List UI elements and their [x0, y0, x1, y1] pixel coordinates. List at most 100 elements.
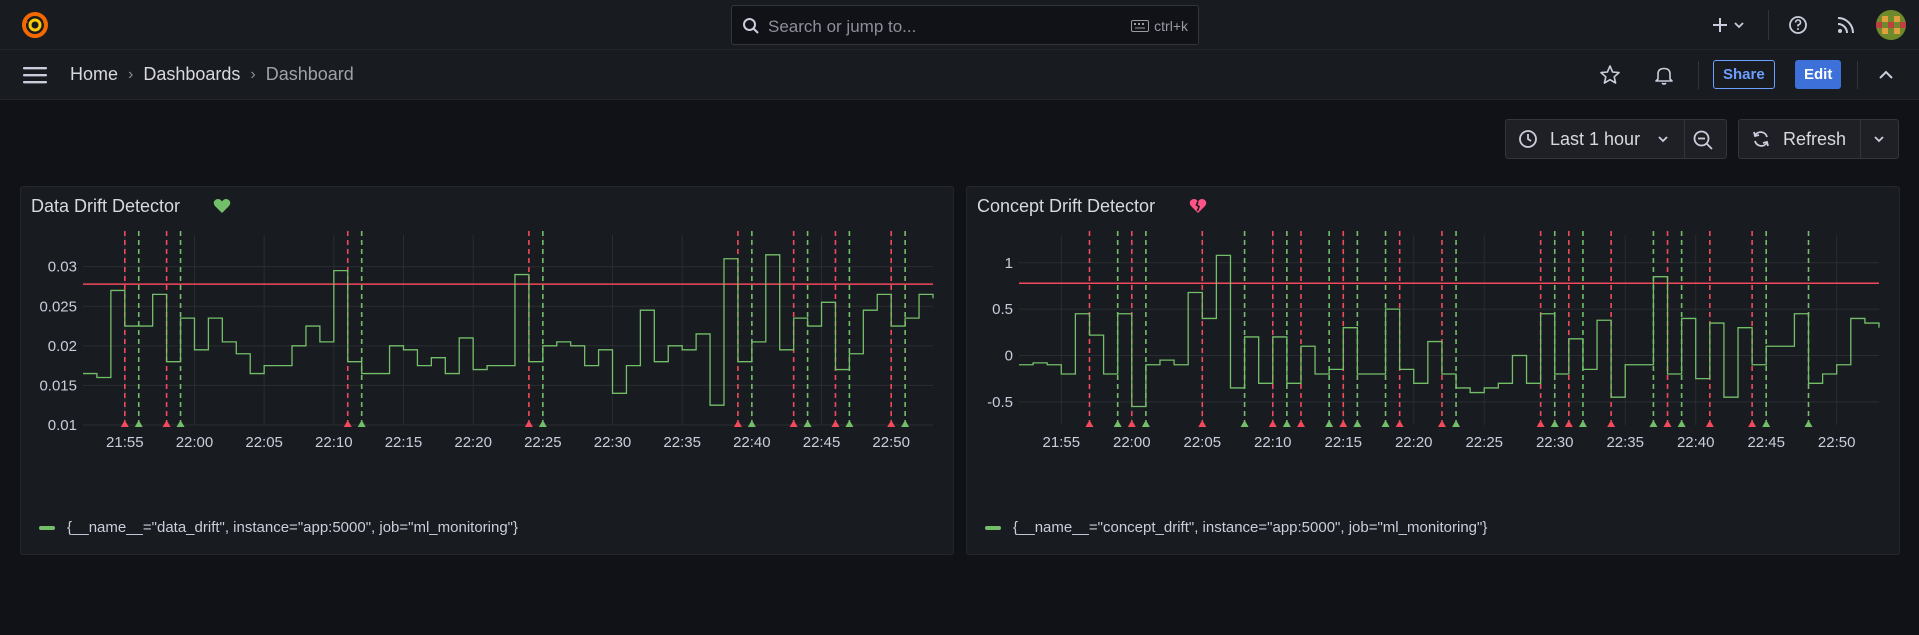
- x-tick-label: 22:25: [1465, 434, 1503, 451]
- panel-title: Data Drift Detector: [31, 196, 181, 216]
- chart-legend[interactable]: {__name__="concept_drift", instance="app…: [985, 519, 1487, 536]
- x-tick-label: 22:15: [385, 434, 423, 451]
- refresh-label: Refresh: [1783, 128, 1847, 149]
- x-tick-label: 22:50: [872, 434, 910, 451]
- y-tick-label: 0.025: [39, 298, 77, 315]
- search-shortcut: ctrl+k: [1131, 18, 1188, 34]
- annotation-up-marker: [1381, 420, 1390, 427]
- chevron-down-icon: [1734, 22, 1744, 29]
- annotation-up-marker: [845, 420, 854, 427]
- help-icon: [1789, 16, 1807, 34]
- shortcut-label: ctrl+k: [1154, 18, 1188, 34]
- help-button[interactable]: [1787, 14, 1809, 39]
- zoom-out-button[interactable]: [1692, 129, 1714, 154]
- breadcrumb-home[interactable]: Home: [70, 64, 118, 85]
- zoom-out-icon: [1693, 130, 1713, 150]
- top-bar: Search or jump to... ctrl+k: [0, 0, 1919, 50]
- chevron-down-icon: [1658, 136, 1668, 143]
- x-tick-label: 22:30: [1536, 434, 1574, 451]
- annotation-down-marker: [831, 420, 840, 427]
- x-tick-label: 22:40: [733, 434, 771, 451]
- legend-swatch: [39, 525, 55, 530]
- refresh-icon: [1753, 131, 1769, 147]
- annotation-up-marker: [1804, 420, 1813, 427]
- annotation-up-marker: [1240, 420, 1249, 427]
- annotation-down-marker: [1536, 420, 1545, 427]
- heart-icon: [213, 198, 231, 217]
- annotation-up-marker: [1550, 420, 1559, 427]
- share-button[interactable]: Share: [1713, 60, 1775, 89]
- star-icon: [1600, 65, 1620, 84]
- x-tick-label: 22:00: [1113, 434, 1151, 451]
- broken-heart-icon: [1189, 198, 1207, 217]
- annotation-down-marker: [524, 420, 533, 427]
- annotation-down-marker: [1607, 420, 1616, 427]
- news-button[interactable]: [1835, 14, 1857, 39]
- menu-toggle-button[interactable]: [22, 65, 48, 88]
- rss-icon: [1837, 17, 1854, 34]
- collapse-button[interactable]: [1876, 65, 1896, 88]
- panel-concept-drift[interactable]: Concept Drift Detector -0.5 0 0.5 1 21:55 22:…: [966, 186, 1900, 555]
- x-tick-label: 22:50: [1818, 434, 1856, 451]
- annotation-down-marker: [1198, 420, 1207, 427]
- refresh-picker[interactable]: Refresh: [1738, 119, 1899, 159]
- new-menu-button[interactable]: [1712, 14, 1748, 39]
- search-input[interactable]: Search or jump to... ctrl+k: [731, 5, 1199, 45]
- x-tick-label: 22:00: [176, 434, 214, 451]
- time-range-label: Last 1 hour: [1550, 128, 1641, 149]
- search-placeholder: Search or jump to...: [768, 17, 917, 36]
- clock-icon: [1519, 130, 1537, 148]
- x-tick-label: 22:45: [1747, 434, 1785, 451]
- annotation-up-marker: [134, 420, 143, 427]
- divider: [1857, 61, 1858, 89]
- annotation-up-marker: [1578, 420, 1587, 427]
- breadcrumb-dashboards[interactable]: Dashboards: [143, 64, 240, 85]
- hamburger-icon: [23, 67, 47, 84]
- panel-title: Concept Drift Detector: [977, 196, 1156, 216]
- keyboard-icon: [1131, 20, 1150, 32]
- nav-bar: Home › Dashboards › Dashboard: [0, 50, 1919, 100]
- annotation-up-marker: [1649, 420, 1658, 427]
- grafana-logo-icon[interactable]: [20, 11, 50, 39]
- x-tick-label: 21:55: [106, 434, 144, 451]
- annotation-down-marker: [1268, 420, 1277, 427]
- annotation-up-marker: [1677, 420, 1686, 427]
- annotation-up-marker: [357, 420, 366, 427]
- divider: [1768, 10, 1769, 40]
- data-drift-chart[interactable]: 0.01 0.015 0.02 0.025 0.03 21:55 22:00 22:05 22:…: [21, 229, 953, 509]
- annotation-up-marker: [1113, 420, 1122, 427]
- series-line: [83, 254, 934, 406]
- legend-swatch: [985, 525, 1001, 530]
- star-button[interactable]: [1599, 64, 1621, 89]
- x-tick-label: 22:40: [1677, 434, 1715, 451]
- alert-button[interactable]: [1653, 64, 1675, 89]
- y-tick-label: 1: [1005, 255, 1013, 272]
- legend-label: {__name__="concept_drift", instance="app…: [1013, 519, 1488, 536]
- annotation-up-marker: [1282, 420, 1291, 427]
- user-avatar[interactable]: [1876, 10, 1906, 40]
- x-tick-label: 22:10: [1254, 434, 1292, 451]
- y-tick-label: 0.01: [48, 417, 77, 434]
- legend-label: {__name__="data_drift", instance="app:50…: [67, 519, 519, 536]
- annotation-up-marker: [1325, 420, 1334, 427]
- time-range-picker[interactable]: Last 1 hour: [1505, 119, 1727, 159]
- chart-legend[interactable]: {__name__="data_drift", instance="app:50…: [39, 519, 518, 536]
- edit-button[interactable]: Edit: [1795, 60, 1842, 89]
- y-tick-label: 0.015: [39, 377, 77, 394]
- annotation-down-marker: [1395, 420, 1404, 427]
- annotation-down-marker: [1564, 420, 1573, 427]
- x-tick-label: 22:30: [594, 434, 632, 451]
- annotation-up-marker: [747, 420, 756, 427]
- y-tick-label: 0.02: [48, 338, 77, 355]
- concept-drift-chart[interactable]: -0.5 0 0.5 1 21:55 22:00 22:05 22:10 22:15 22:20 2…: [967, 229, 1899, 509]
- x-tick-label: 22:45: [803, 434, 841, 451]
- annotation-down-marker: [733, 420, 742, 427]
- x-tick-label: 22:05: [245, 434, 283, 451]
- y-tick-label: 0.03: [48, 259, 77, 276]
- annotation-up-marker: [1353, 420, 1362, 427]
- panel-data-drift[interactable]: Data Drift Detector 0.01 0.015 0.02 0.025 0.…: [20, 186, 954, 555]
- breadcrumb: Home › Dashboards › Dashboard: [70, 64, 354, 85]
- refresh-interval-button[interactable]: [1872, 132, 1886, 149]
- annotation-down-marker: [887, 420, 896, 427]
- y-tick-label: 0: [1005, 347, 1013, 364]
